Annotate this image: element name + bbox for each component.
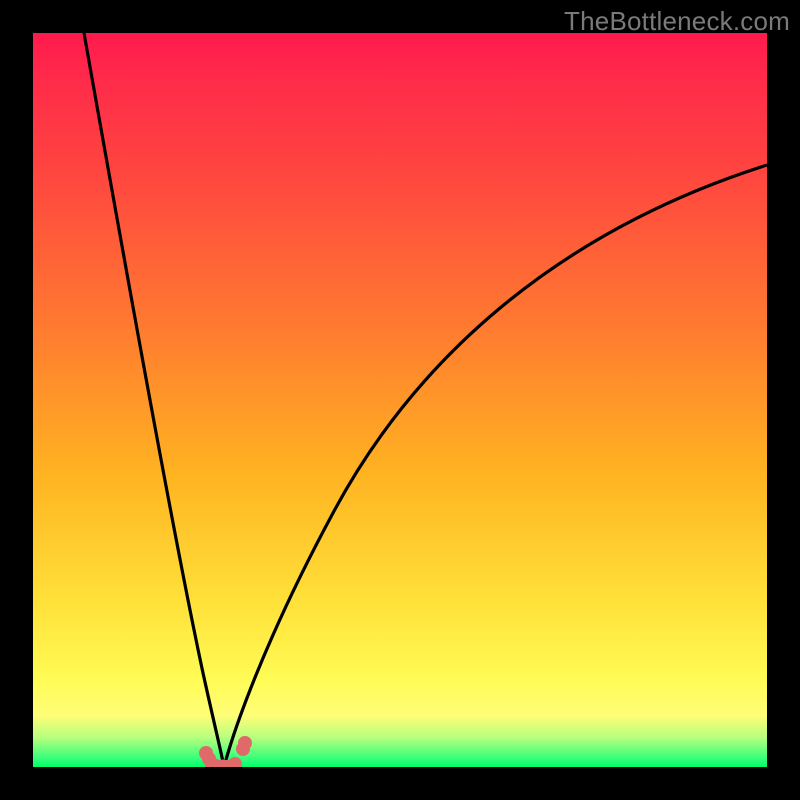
chart-plot-area — [33, 33, 767, 767]
curve-right-branch — [224, 165, 767, 767]
chart-svg — [33, 33, 767, 767]
curve-left-branch — [84, 33, 224, 767]
marker-cluster — [199, 736, 252, 767]
watermark-text: TheBottleneck.com — [564, 6, 790, 37]
chart-frame: TheBottleneck.com — [0, 0, 800, 800]
